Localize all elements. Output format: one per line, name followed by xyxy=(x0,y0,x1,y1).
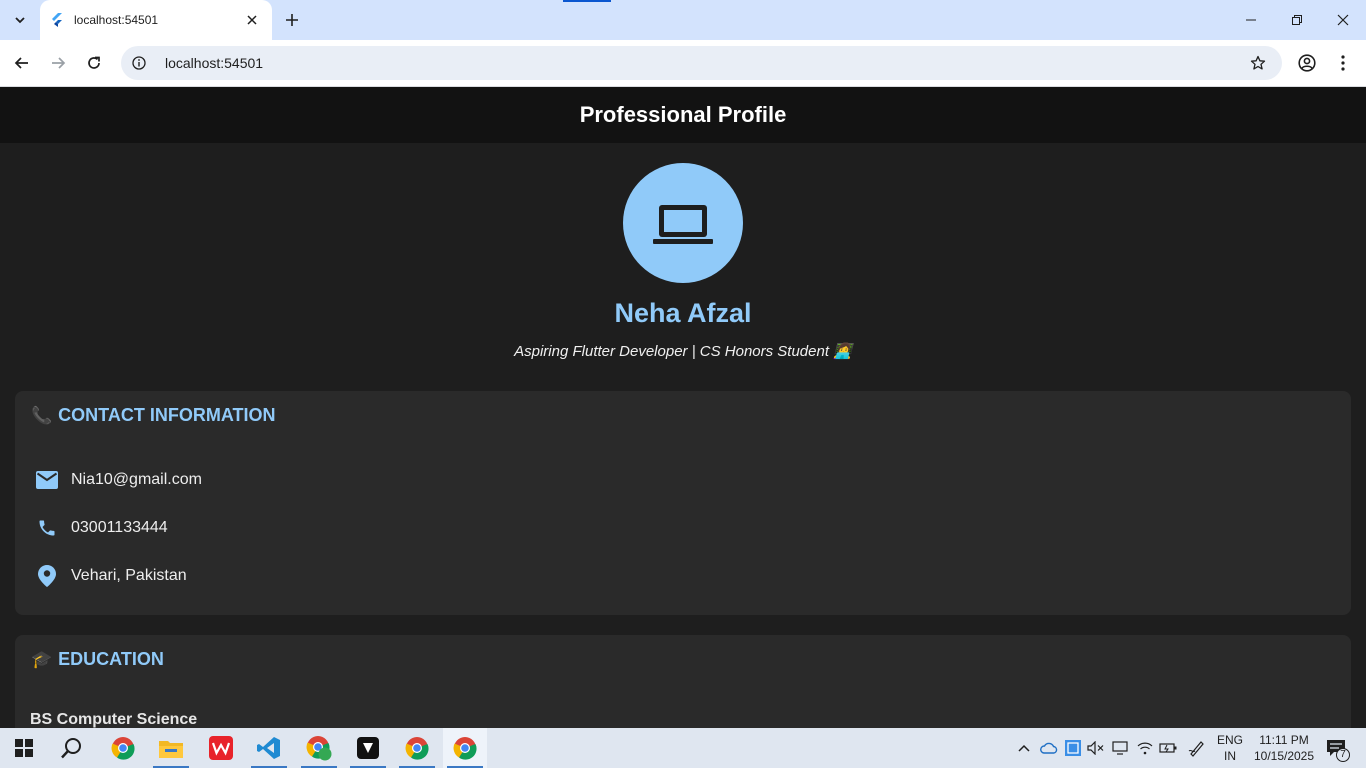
tab-title: localhost:54501 xyxy=(74,13,159,27)
defender-icon[interactable] xyxy=(1062,728,1084,768)
more-vertical-icon xyxy=(1341,55,1345,71)
search-icon xyxy=(61,738,81,759)
page-title: Professional Profile xyxy=(579,102,787,127)
language-indicator[interactable]: ENG IN xyxy=(1214,732,1246,764)
taskbar-search-button[interactable] xyxy=(50,728,94,768)
tray-overflow-button[interactable] xyxy=(1012,728,1036,768)
app-icon xyxy=(357,737,379,759)
onedrive-icon[interactable] xyxy=(1038,728,1060,768)
new-tab-button[interactable] xyxy=(280,8,304,32)
avatar xyxy=(623,163,743,283)
taskbar-chrome-3[interactable] xyxy=(443,728,487,768)
taskbar-chrome-2[interactable] xyxy=(395,728,439,768)
profile-button[interactable] xyxy=(1292,48,1322,78)
graduation-cap-icon: 🎓 xyxy=(31,649,53,669)
chrome-icon xyxy=(405,737,429,760)
email-text: Nia10@gmail.com xyxy=(71,471,202,488)
close-icon xyxy=(247,15,257,25)
contact-email-row[interactable]: Nia10@gmail.com xyxy=(35,466,202,494)
contact-phone-row[interactable]: 03001133444 xyxy=(35,514,168,542)
browser-menu-button[interactable] xyxy=(1328,48,1358,78)
region-code: IN xyxy=(1224,749,1236,763)
browser-tab-strip: localhost:54501 xyxy=(0,0,1366,40)
contact-title-text: CONTACT INFORMATION xyxy=(58,405,276,425)
windows-logo-icon xyxy=(15,739,33,757)
browser-tab[interactable]: localhost:54501 xyxy=(40,0,272,40)
bookmark-star-icon[interactable] xyxy=(1248,54,1268,72)
chevron-up-icon xyxy=(1018,744,1030,752)
notification-center-button[interactable]: 7 xyxy=(1320,728,1352,768)
education-card: 🎓 EDUCATION BS Computer Science xyxy=(15,635,1351,728)
battery-icon[interactable] xyxy=(1157,728,1179,768)
location-text: Vehari, Pakistan xyxy=(71,567,187,584)
taskbar: ENG IN 11:11 PM 10/15/2025 7 xyxy=(0,728,1366,768)
taskbar-vscode[interactable] xyxy=(247,728,291,768)
taskbar-wps-office[interactable] xyxy=(199,728,243,768)
restore-button[interactable] xyxy=(1274,0,1320,40)
app-bar: Professional Profile xyxy=(0,87,1366,143)
education-card-title: 🎓 EDUCATION xyxy=(31,649,164,670)
back-button[interactable] xyxy=(7,48,37,78)
folder-icon xyxy=(159,741,183,758)
chrome-icon xyxy=(111,737,135,760)
profile-content[interactable]: Neha Afzal Aspiring Flutter Developer | … xyxy=(0,143,1366,728)
browser-toolbar: localhost:54501 xyxy=(0,40,1366,87)
forward-button[interactable] xyxy=(43,48,73,78)
volume-muted-icon[interactable] xyxy=(1085,728,1107,768)
email-icon xyxy=(35,468,59,492)
minimize-icon xyxy=(1246,19,1256,21)
profile-tagline: Aspiring Flutter Developer | CS Honors S… xyxy=(514,343,852,360)
taskbar-chrome-profile[interactable] xyxy=(297,728,341,768)
chevron-down-icon xyxy=(15,17,25,24)
profile-name: Neha Afzal xyxy=(614,298,752,328)
wifi-icon[interactable] xyxy=(1134,728,1156,768)
close-window-button[interactable] xyxy=(1320,0,1366,40)
account-circle-icon xyxy=(1298,54,1316,72)
taskbar-file-explorer[interactable] xyxy=(149,728,193,768)
laptop-icon xyxy=(653,205,713,244)
minimize-button[interactable] xyxy=(1228,0,1274,40)
taskbar-terminal-app[interactable] xyxy=(346,728,390,768)
info-icon[interactable] xyxy=(131,55,147,71)
pen-workspace-icon[interactable] xyxy=(1184,728,1210,768)
vscode-icon xyxy=(257,737,280,759)
tab-strip-indicator xyxy=(563,0,611,2)
phone-icon xyxy=(35,516,59,540)
reload-icon xyxy=(88,56,100,69)
wps-office-icon xyxy=(209,736,233,760)
notification-count: 7 xyxy=(1336,748,1350,762)
address-bar[interactable]: localhost:54501 xyxy=(121,46,1282,80)
arrow-left-icon xyxy=(14,57,28,69)
clock-time: 11:11 PM xyxy=(1259,733,1309,747)
taskbar-chrome[interactable] xyxy=(101,728,145,768)
contact-card: 📞 CONTACT INFORMATION Nia10@gmail.com 03… xyxy=(15,391,1351,615)
chrome-icon xyxy=(453,737,477,760)
contact-card-title: 📞 CONTACT INFORMATION xyxy=(31,405,275,426)
clock[interactable]: 11:11 PM 10/15/2025 xyxy=(1250,732,1318,764)
flutter-icon xyxy=(50,13,64,27)
telephone-icon: 📞 xyxy=(31,405,53,425)
close-icon xyxy=(1337,14,1349,26)
contact-location-row[interactable]: Vehari, Pakistan xyxy=(35,562,187,590)
education-title-text: EDUCATION xyxy=(58,649,164,669)
degree-title: BS Computer Science xyxy=(30,711,198,728)
tab-close-button[interactable] xyxy=(242,10,262,30)
language-code: ENG xyxy=(1216,733,1243,747)
phone-text: 03001133444 xyxy=(71,519,168,536)
restore-icon xyxy=(1292,15,1302,25)
arrow-right-icon xyxy=(52,57,66,69)
location-pin-icon xyxy=(35,564,59,588)
reload-button[interactable] xyxy=(79,48,109,78)
display-icon[interactable] xyxy=(1109,728,1131,768)
plus-icon xyxy=(286,14,298,26)
clock-date: 10/15/2025 xyxy=(1253,749,1315,763)
chrome-profile-icon xyxy=(306,736,332,761)
start-button[interactable] xyxy=(2,728,46,768)
url-text: localhost:54501 xyxy=(165,55,264,71)
tab-search-button[interactable] xyxy=(6,8,34,32)
